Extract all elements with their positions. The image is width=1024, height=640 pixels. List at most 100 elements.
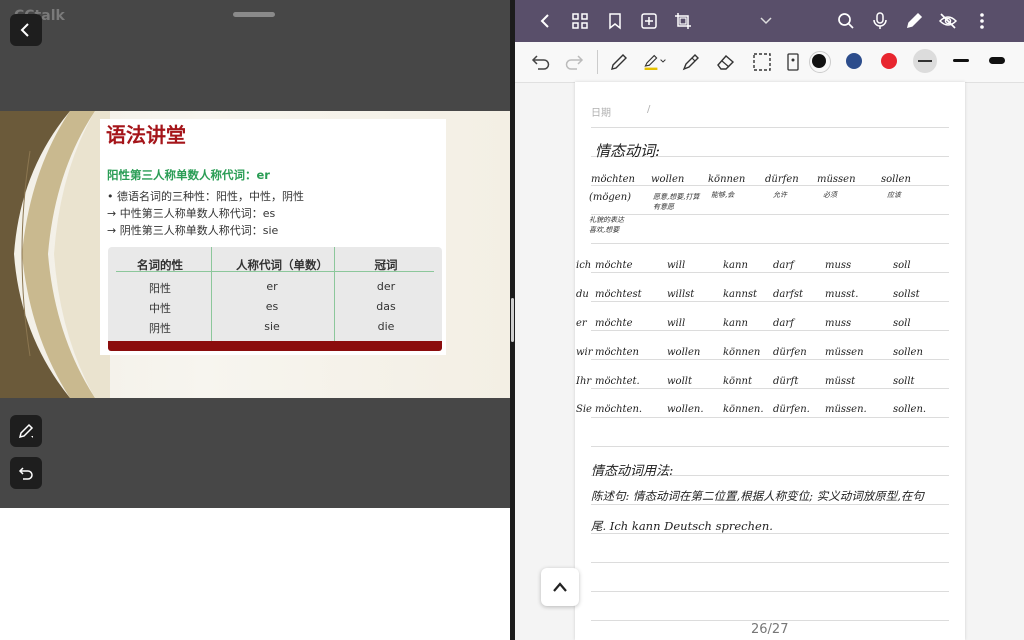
page-rule bbox=[591, 504, 949, 505]
book-edge-graphic bbox=[0, 111, 110, 398]
handwritten-verb: können bbox=[708, 174, 746, 185]
handwritten-verb-form: sollen bbox=[893, 347, 923, 358]
handwritten-verb-form: möchten. bbox=[595, 404, 643, 415]
stroke-size-selected[interactable] bbox=[913, 49, 937, 73]
undo-button[interactable] bbox=[10, 457, 42, 489]
cctalk-pane: CCtalk 语法讲堂 阳性第三人称单数人称代词：er • 德语名词的三种性：阳… bbox=[0, 0, 510, 640]
date-label: 日期 bbox=[591, 108, 611, 119]
handwritten-verb-form: sollst bbox=[893, 289, 920, 300]
handwritten-pronoun: ich bbox=[576, 260, 592, 271]
page-rule bbox=[591, 417, 949, 418]
back-button[interactable] bbox=[10, 14, 42, 46]
image-tool-icon[interactable] bbox=[781, 50, 805, 74]
table-divider bbox=[211, 247, 212, 341]
chevron-down-icon[interactable] bbox=[755, 10, 777, 32]
video-area: CCtalk 语法讲堂 阳性第三人称单数人称代词：er • 德语名词的三种性：阳… bbox=[0, 0, 510, 508]
back-arrow-icon bbox=[20, 23, 29, 37]
table-cell: das bbox=[376, 300, 396, 313]
color-swatch-black[interactable] bbox=[812, 54, 826, 68]
handwritten-pronoun: Sie bbox=[576, 404, 592, 415]
undo-icon bbox=[18, 467, 33, 480]
slide-bullet: • 德语名词的三种性：阳性，中性，阴性 bbox=[107, 190, 304, 203]
handwritten-verb-form: wollen bbox=[667, 347, 701, 358]
divider-grip[interactable] bbox=[511, 298, 514, 342]
handwritten-verb-form: dürft bbox=[773, 376, 799, 387]
handwritten-usage-heading: 情态动词用法: bbox=[591, 464, 674, 479]
page-rule bbox=[591, 359, 949, 360]
stroke-size-medium[interactable] bbox=[953, 59, 969, 62]
handwritten-verb-form: kann bbox=[723, 318, 748, 329]
page-rule bbox=[591, 185, 949, 186]
handwritten-verb-form: will bbox=[667, 318, 686, 329]
stroke-size-thick[interactable] bbox=[989, 57, 1005, 64]
handwritten-meaning: 愿意,想要,打算 bbox=[653, 193, 700, 201]
handwritten-verb-form: möchte bbox=[595, 318, 633, 329]
handwritten-verb-form: darf bbox=[773, 318, 794, 329]
handwritten-meaning: 必须 bbox=[823, 191, 837, 199]
annotate-button[interactable] bbox=[10, 415, 42, 447]
lasso-icon[interactable] bbox=[750, 50, 774, 74]
handwritten-pronoun: Ihr bbox=[576, 376, 592, 387]
mic-icon[interactable] bbox=[869, 10, 891, 32]
handwritten-verb-form: sollen. bbox=[893, 404, 927, 415]
handwritten-meaning: 有意愿 bbox=[653, 203, 674, 211]
handwritten-verb-form: können bbox=[723, 347, 761, 358]
handwritten-verb-form: darf bbox=[773, 260, 794, 271]
eraser-icon[interactable] bbox=[714, 50, 738, 74]
handwritten-verb-form: soll bbox=[893, 318, 911, 329]
handwritten-meaning: 允许 bbox=[773, 191, 787, 199]
handwritten-meaning: 应该 bbox=[887, 191, 901, 199]
pen-icon[interactable] bbox=[903, 10, 925, 32]
table-cell: er bbox=[266, 280, 278, 293]
handwritten-verb-form: sollt bbox=[893, 376, 915, 387]
handwritten-verb-form: will bbox=[667, 260, 686, 271]
handwritten-verb-form: wollen. bbox=[667, 404, 704, 415]
scroll-top-button[interactable] bbox=[541, 568, 579, 606]
back-icon[interactable] bbox=[535, 10, 557, 32]
handwritten-meaning: 能够,会 bbox=[711, 191, 735, 199]
crop-icon[interactable] bbox=[672, 10, 694, 32]
slide-bullet: → 中性第三人称单数人称代词：es bbox=[107, 207, 276, 220]
handwritten-verb-form: können. bbox=[723, 404, 764, 415]
handwritten-note: (mögen) bbox=[589, 192, 632, 203]
handwritten-verb-form: möchtet. bbox=[595, 376, 640, 387]
handwritten-usage-line: 陈述句: 情态动词在第二位置,根据人称变位; 实义动词放原型,在句 bbox=[591, 489, 924, 503]
handwritten-verb-form: müssen bbox=[825, 347, 864, 358]
handwritten-verb: sollen bbox=[881, 174, 911, 185]
undo-icon[interactable] bbox=[529, 50, 553, 74]
bookmark-icon[interactable] bbox=[604, 10, 626, 32]
eye-off-icon[interactable] bbox=[937, 10, 959, 32]
handwritten-verb-form: soll bbox=[893, 260, 911, 271]
handwritten-verb-form: dürfen bbox=[773, 347, 807, 358]
handwritten-usage-line: 尾. Ich kann Deutsch sprechen. bbox=[591, 519, 773, 533]
table-cell: es bbox=[265, 300, 279, 313]
add-page-icon[interactable] bbox=[638, 10, 660, 32]
redo-icon[interactable] bbox=[562, 50, 586, 74]
grid-icon[interactable] bbox=[569, 10, 591, 32]
handwritten-verb-form: muss bbox=[825, 260, 852, 271]
handwritten-verb-form: darfst bbox=[773, 289, 803, 300]
search-icon[interactable] bbox=[835, 10, 857, 32]
handwritten-verb-form: willst bbox=[667, 289, 695, 300]
page-rule bbox=[591, 620, 949, 621]
page-rule bbox=[591, 272, 949, 273]
pencil-tool-icon[interactable] bbox=[679, 50, 703, 74]
handwritten-verb-form: müssen. bbox=[825, 404, 867, 415]
handwritten-verb-form: musst. bbox=[825, 289, 859, 300]
slide-title: 语法讲堂 bbox=[106, 123, 186, 147]
color-swatch-blue[interactable] bbox=[846, 53, 862, 69]
pen-tool-icon[interactable] bbox=[607, 50, 631, 74]
table-cell: die bbox=[377, 320, 395, 333]
color-swatch-red[interactable] bbox=[881, 53, 897, 69]
drag-handle[interactable] bbox=[233, 12, 275, 17]
notebook-page[interactable]: 日期 / 情态动词: möchten wollen können dürfen … bbox=[575, 82, 965, 640]
handwritten-verb: wollen bbox=[651, 174, 685, 185]
more-icon[interactable] bbox=[971, 10, 993, 32]
handwritten-pronoun: du bbox=[576, 289, 589, 300]
page-rule bbox=[591, 214, 949, 215]
highlighter-icon[interactable] bbox=[643, 50, 667, 74]
handwritten-verb-form: kann bbox=[723, 260, 748, 271]
handwritten-pronoun: er bbox=[576, 318, 587, 329]
handwritten-verb-form: wollt bbox=[667, 376, 692, 387]
handwritten-verb-form: möchtest bbox=[595, 289, 642, 300]
